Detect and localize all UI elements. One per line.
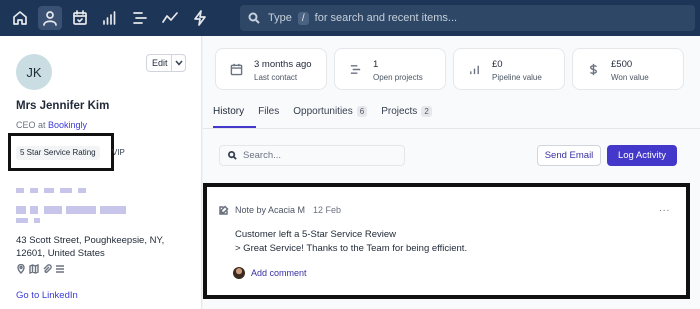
tab-files[interactable]: Files [258,98,279,128]
contact-name: Mrs Jennifer Kim [16,100,110,112]
search-shortcut-key: / [297,11,309,25]
stat-open-projects: 1 Open projects [334,48,446,90]
search-icon [248,12,260,24]
linkedin-link[interactable]: Go to LinkedIn [16,290,78,301]
stat-won-value: £500 Won value [572,48,684,90]
count-badge: 6 [356,106,368,117]
tag-vip[interactable]: VIP [112,146,125,160]
lightning-icon[interactable] [188,6,212,30]
tab-history[interactable]: History [213,98,257,128]
contact-role: CEO at Bookingly [16,120,88,130]
note-card: Note by Acacia M 12 Feb ... Customer lef… [203,183,690,299]
search-hint: for search and recent items... [314,12,458,24]
stat-last-contact: 3 months ago Last contact [215,48,327,90]
chart-bar-icon [464,59,484,79]
tab-opportunities[interactable]: Opportunities 6 [293,98,368,128]
calendar-icon[interactable] [68,6,92,30]
paperclip-icon[interactable] [42,264,52,274]
list-icon [345,59,365,79]
search-prefix: Type [268,12,292,24]
chart-bar-icon[interactable] [98,6,122,30]
tab-projects[interactable]: Projects 2 [381,98,432,128]
company-link[interactable]: Bookingly [48,120,87,130]
trend-icon[interactable] [158,6,182,30]
add-comment-button[interactable]: Add comment [233,267,307,279]
global-search-input[interactable]: Type / for search and recent items... [240,5,695,31]
calendar-icon [226,59,246,79]
user-icon[interactable] [38,6,62,30]
contact-address: 43 Scott Street, Poughkeepsie, NY, 12601… [16,235,165,259]
note-body: Customer left a 5-Star Service Review > … [235,229,468,254]
note-date: 12 Feb [313,205,342,215]
stat-pipeline-value: £0 Pipeline value [453,48,565,90]
avatar: JK [16,54,52,90]
edit-button[interactable]: Edit [146,54,186,72]
user-avatar [233,267,245,279]
address-actions [16,264,65,274]
tab-bar: History Files Opportunities 6 Projects 2 [213,98,446,128]
contact-sidebar: JK Edit Mrs Jennifer Kim CEO at Bookingl… [0,36,202,309]
top-navigation-bar: Type / for search and recent items... [0,0,700,36]
log-activity-button[interactable]: Log Activity [607,145,677,166]
count-badge: 2 [421,106,432,117]
more-options-button[interactable]: ... [659,203,670,214]
send-email-button[interactable]: Send Email [537,145,601,166]
main-content: 3 months ago Last contact 1 Open project… [203,36,700,309]
dollar-icon [583,59,603,79]
search-icon [228,151,237,160]
chevron-down-icon[interactable] [175,60,183,66]
note-author: Note by Acacia M [235,205,306,215]
edit-note-icon [219,205,229,215]
edit-label: Edit [152,58,168,68]
list-icon[interactable] [128,6,152,30]
activity-search-input[interactable]: Search... [219,145,405,166]
note-header: Note by Acacia M 12 Feb [219,205,341,215]
map-icon[interactable] [29,264,39,274]
list-icon[interactable] [55,264,65,274]
map-pin-icon[interactable] [16,264,26,274]
tag-5-star-service-rating[interactable]: 5 Star Service Rating [16,146,100,160]
home-icon[interactable] [8,6,32,30]
